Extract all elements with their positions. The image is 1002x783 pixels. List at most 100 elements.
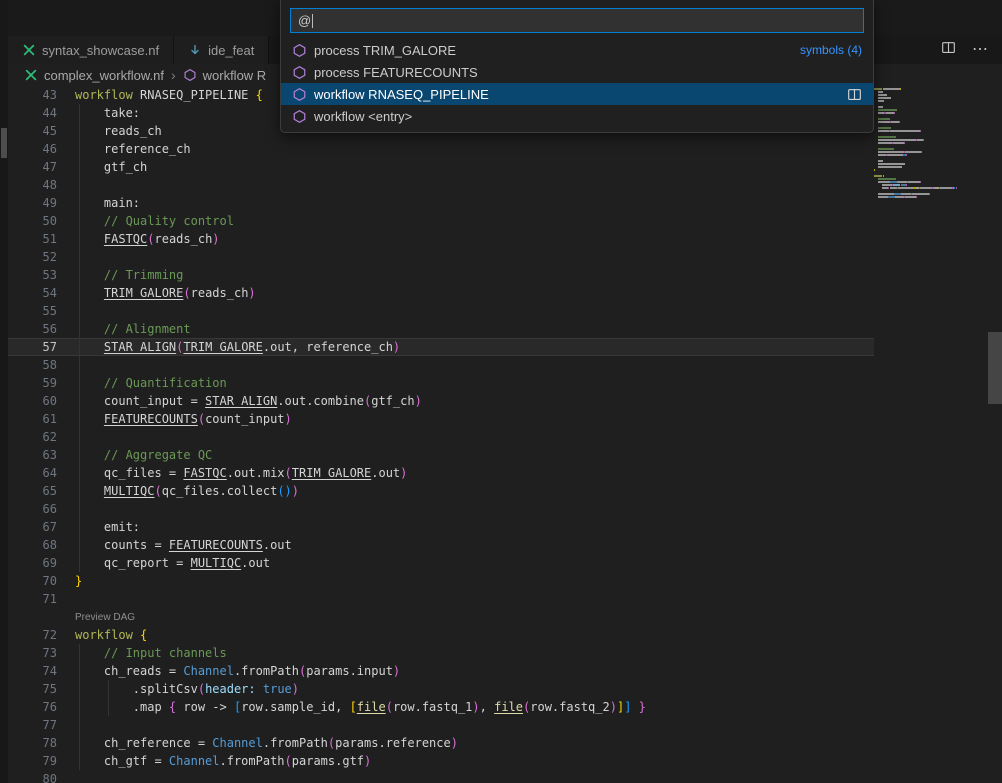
code-line[interactable]: 62: [8, 428, 874, 446]
split-editor-icon[interactable]: [941, 40, 956, 60]
line-number[interactable]: 56: [8, 320, 57, 338]
code-text: STAR_ALIGN(TRIM_GALORE.out, reference_ch…: [75, 338, 400, 356]
line-number[interactable]: 77: [8, 716, 57, 734]
breadcrumb-symbol[interactable]: workflow R: [203, 68, 267, 83]
code-line[interactable]: 63 // Aggregate QC: [8, 446, 874, 464]
line-number[interactable]: 65: [8, 482, 57, 500]
tab-ide-feat[interactable]: ide_feat: [174, 36, 269, 64]
line-number[interactable]: 75: [8, 680, 57, 698]
code-line[interactable]: 49 main:: [8, 194, 874, 212]
code-line[interactable]: 72workflow {: [8, 626, 874, 644]
code-line[interactable]: 65 MULTIQC(qc_files.collect()): [8, 482, 874, 500]
code-line[interactable]: 73 // Input channels: [8, 644, 874, 662]
code-line[interactable]: 71: [8, 590, 874, 608]
line-number[interactable]: 55: [8, 302, 57, 320]
code-line[interactable]: 52: [8, 248, 874, 266]
code-line[interactable]: 61 FEATURECOUNTS(count_input): [8, 410, 874, 428]
vertical-scrollbar-thumb[interactable]: [988, 332, 1002, 404]
minimap-bar: [890, 130, 902, 132]
line-number[interactable]: 68: [8, 536, 57, 554]
line-number[interactable]: 58: [8, 356, 57, 374]
code-line[interactable]: 68 counts = FEATURECOUNTS.out: [8, 536, 874, 554]
token-df: [75, 286, 104, 300]
code-line[interactable]: 64 qc_files = FASTQC.out.mix(TRIM_GALORE…: [8, 464, 874, 482]
code-line[interactable]: 55: [8, 302, 874, 320]
code-line[interactable]: 50 // Quality control: [8, 212, 874, 230]
line-number[interactable]: 70: [8, 572, 57, 590]
line-number[interactable]: 52: [8, 248, 57, 266]
line-number[interactable]: 61: [8, 410, 57, 428]
line-number[interactable]: 80: [8, 770, 57, 783]
code-line[interactable]: 59 // Quantification: [8, 374, 874, 392]
left-rail-scrollbar-thumb[interactable]: [1, 128, 7, 158]
quick-open-item[interactable]: process FEATURECOUNTS: [281, 61, 873, 83]
line-number[interactable]: 51: [8, 230, 57, 248]
code-line[interactable]: 48: [8, 176, 874, 194]
line-number[interactable]: 59: [8, 374, 57, 392]
line-number[interactable]: 60: [8, 392, 57, 410]
line-number[interactable]: 66: [8, 500, 57, 518]
more-actions-icon[interactable]: ⋯: [972, 42, 988, 58]
code-line[interactable]: 56 // Alignment: [8, 320, 874, 338]
line-number[interactable]: 49: [8, 194, 57, 212]
line-number[interactable]: 73: [8, 644, 57, 662]
code-line[interactable]: 74 ch_reads = Channel.fromPath(params.in…: [8, 662, 874, 680]
token-proc: FASTQC: [104, 232, 147, 246]
line-number[interactable]: 69: [8, 554, 57, 572]
line-number[interactable]: 76: [8, 698, 57, 716]
breadcrumb-file[interactable]: complex_workflow.nf: [44, 68, 164, 83]
open-to-side-icon[interactable]: [847, 87, 862, 102]
code-line[interactable]: 47 gtf_ch: [8, 158, 874, 176]
code-line[interactable]: 57 STAR_ALIGN(TRIM_GALORE.out, reference…: [8, 338, 874, 356]
line-number[interactable]: 71: [8, 590, 57, 608]
code-line[interactable]: 66: [8, 500, 874, 518]
code-line[interactable]: 78 ch_reference = Channel.fromPath(param…: [8, 734, 874, 752]
code-line[interactable]: 77: [8, 716, 874, 734]
line-number[interactable]: 74: [8, 662, 57, 680]
code-line[interactable]: 46 reference_ch: [8, 140, 874, 158]
line-number[interactable]: 53: [8, 266, 57, 284]
code-line[interactable]: 80: [8, 770, 874, 783]
quick-open-input[interactable]: @: [290, 8, 864, 33]
line-number[interactable]: 78: [8, 734, 57, 752]
code-line[interactable]: 67 emit:: [8, 518, 874, 536]
tab-syntax-showcase-nf[interactable]: syntax_showcase.nf: [8, 36, 174, 64]
line-number[interactable]: 54: [8, 284, 57, 302]
quick-open-item[interactable]: workflow RNASEQ_PIPELINE: [281, 83, 873, 105]
line-number[interactable]: 72: [8, 626, 57, 644]
line-number[interactable]: 63: [8, 446, 57, 464]
quick-open-item[interactable]: process TRIM_GALOREsymbols (4): [281, 39, 873, 61]
code-line[interactable]: 53 // Trimming: [8, 266, 874, 284]
line-number[interactable]: 44: [8, 104, 57, 122]
code-text: ch_gtf = Channel.fromPath(params.gtf): [75, 752, 371, 770]
line-number[interactable]: 64: [8, 464, 57, 482]
line-number[interactable]: 79: [8, 752, 57, 770]
code-line[interactable]: 70}: [8, 572, 874, 590]
line-number[interactable]: 57: [8, 338, 57, 356]
symbol-namespace-icon: [183, 68, 197, 82]
minimap-bar: [878, 130, 889, 132]
line-number[interactable]: 67: [8, 518, 57, 536]
minimap-bar: [878, 136, 896, 138]
token-b2: ): [393, 340, 400, 354]
line-number[interactable]: 43: [8, 86, 57, 104]
minimap-bar: [878, 118, 890, 120]
line-number[interactable]: 47: [8, 158, 57, 176]
code-line[interactable]: 54 TRIM_GALORE(reads_ch): [8, 284, 874, 302]
minimap[interactable]: [874, 88, 964, 202]
code-line[interactable]: 58: [8, 356, 874, 374]
code-line[interactable]: 75 .splitCsv(header: true): [8, 680, 874, 698]
line-number[interactable]: 46: [8, 140, 57, 158]
code-line[interactable]: 79 ch_gtf = Channel.fromPath(params.gtf): [8, 752, 874, 770]
line-number[interactable]: 45: [8, 122, 57, 140]
code-line[interactable]: 76 .map { row -> [row.sample_id, [file(r…: [8, 698, 874, 716]
code-line[interactable]: 51 FASTQC(reads_ch): [8, 230, 874, 248]
token-kw: workflow: [75, 628, 133, 642]
codelens[interactable]: Preview DAG: [8, 608, 874, 626]
line-number[interactable]: 50: [8, 212, 57, 230]
code-line[interactable]: 60 count_input = STAR_ALIGN.out.combine(…: [8, 392, 874, 410]
code-line[interactable]: 69 qc_report = MULTIQC.out: [8, 554, 874, 572]
line-number[interactable]: 62: [8, 428, 57, 446]
quick-open-item[interactable]: workflow <entry>: [281, 105, 873, 127]
line-number[interactable]: 48: [8, 176, 57, 194]
